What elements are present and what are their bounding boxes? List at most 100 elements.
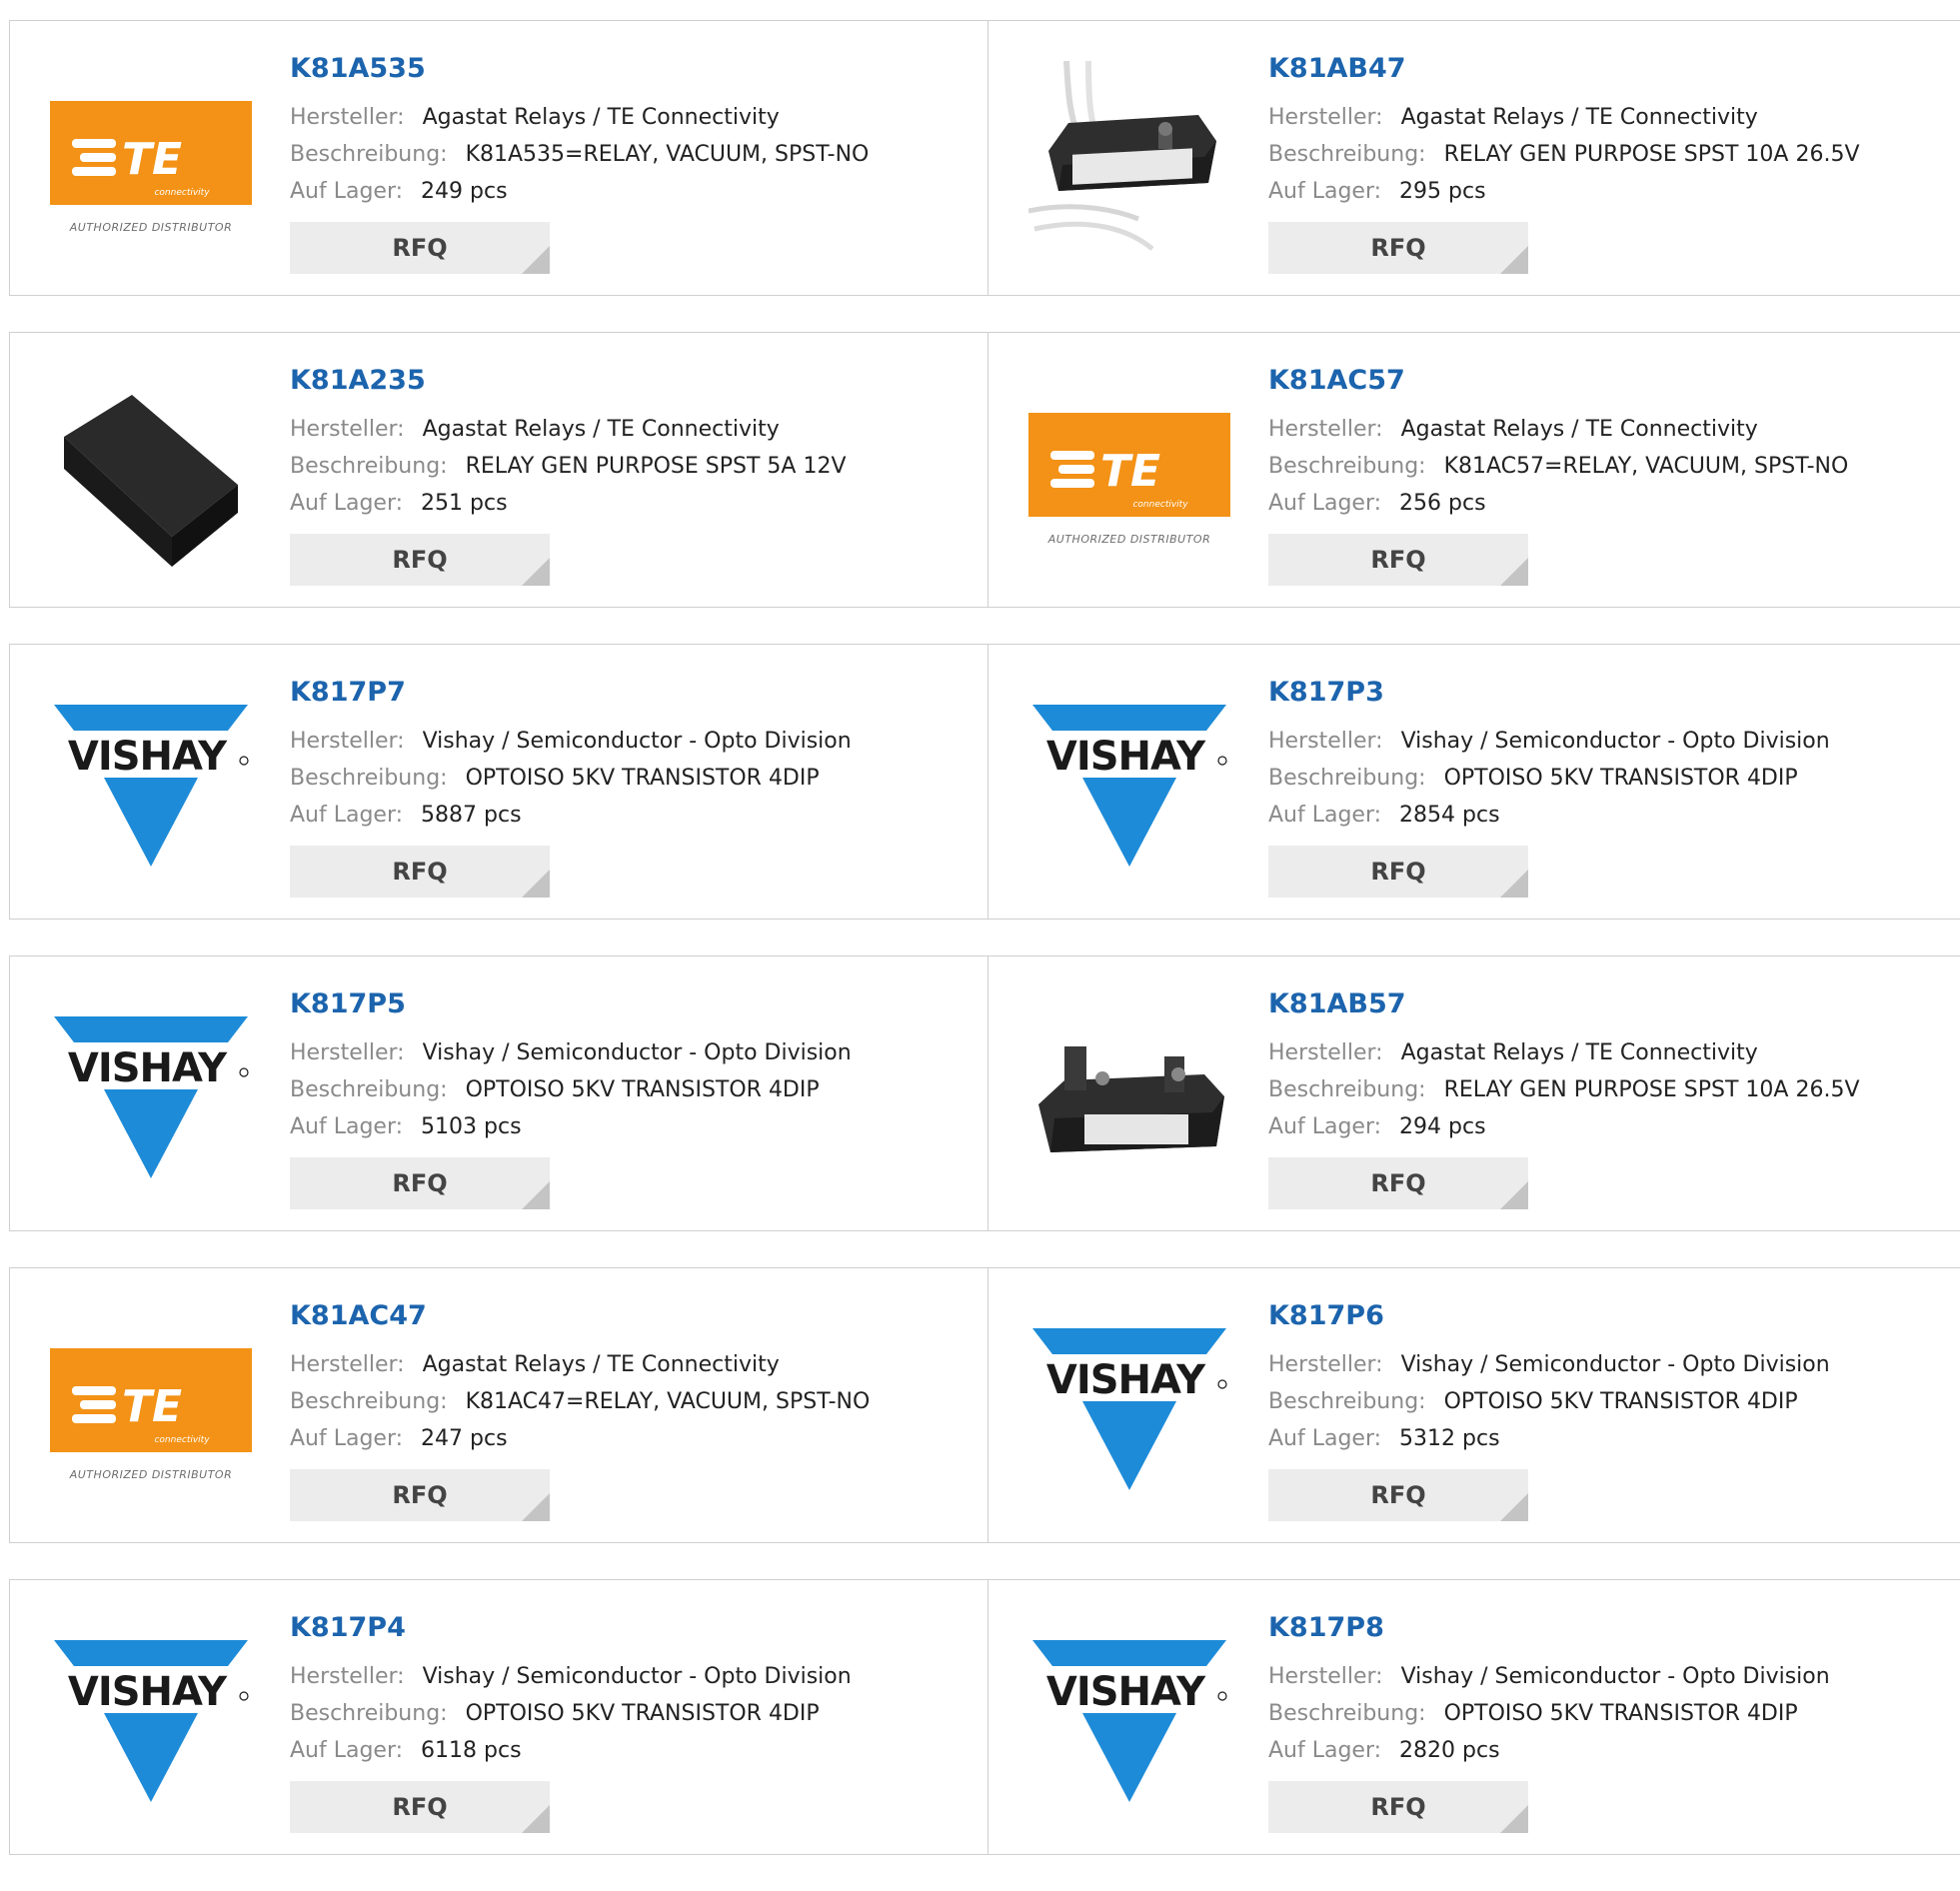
- stock-label: Auf Lager:: [290, 1426, 404, 1451]
- description-value: K81AC57=RELAY, VACUUM, SPST-NO: [1443, 454, 1849, 479]
- svg-text:TE: TE: [122, 134, 182, 185]
- rfq-button[interactable]: RFQ: [1268, 1469, 1528, 1521]
- description-value: OPTOISO 5KV TRANSISTOR 4DIP: [465, 1077, 820, 1102]
- rfq-button[interactable]: RFQ: [1268, 1157, 1528, 1209]
- rfq-button[interactable]: RFQ: [290, 1781, 550, 1833]
- rfq-button[interactable]: RFQ: [1268, 534, 1528, 586]
- manufacturer-value: Vishay / Semiconductor - Opto Division: [422, 1040, 852, 1065]
- manufacturer-value: Agastat Relays / TE Connectivity: [422, 1352, 780, 1377]
- manufacturer-value: Vishay / Semiconductor - Opto Division: [1400, 729, 1830, 754]
- manufacturer-label: Hersteller:: [290, 1040, 405, 1065]
- product-card: VISHAY K817P3 Hersteller: Vishay / Semico…: [987, 645, 1960, 919]
- rfq-button[interactable]: RFQ: [290, 534, 550, 586]
- product-part-link[interactable]: K817P7: [290, 675, 978, 711]
- rfq-button[interactable]: RFQ: [290, 846, 550, 898]
- description-value: RELAY GEN PURPOSE SPST 5A 12V: [465, 454, 847, 479]
- product-image[interactable]: VISHAY: [50, 1620, 252, 1820]
- manufacturer-label: Hersteller:: [1268, 105, 1383, 130]
- rfq-button[interactable]: RFQ: [290, 222, 550, 274]
- manufacturer-value: Vishay / Semiconductor - Opto Division: [422, 729, 852, 754]
- product-image[interactable]: [50, 373, 252, 573]
- description-label: Beschreibung:: [290, 454, 448, 479]
- product-part-link[interactable]: K81AB57: [1268, 986, 1957, 1022]
- product-image[interactable]: VISHAY: [1028, 1308, 1230, 1508]
- description-label: Beschreibung:: [1268, 454, 1426, 479]
- te-logo-icon: TE connectivity AUTHORIZED DISTRIBUTOR: [1028, 413, 1230, 546]
- description-label: Beschreibung:: [290, 1701, 448, 1726]
- description-value: K81AC47=RELAY, VACUUM, SPST-NO: [465, 1389, 871, 1414]
- product-image[interactable]: TE connectivity AUTHORIZED DISTRIBUTOR: [50, 61, 252, 261]
- te-logo-icon: TE connectivity AUTHORIZED DISTRIBUTOR: [50, 101, 252, 234]
- stock-label: Auf Lager:: [290, 179, 404, 204]
- stock-label: Auf Lager:: [1268, 803, 1382, 828]
- vishay-logo-icon: VISHAY: [1032, 1328, 1227, 1490]
- manufacturer-value: Vishay / Semiconductor - Opto Division: [422, 1664, 852, 1689]
- stock-label: Auf Lager:: [1268, 1114, 1382, 1139]
- product-image[interactable]: VISHAY: [50, 685, 252, 885]
- manufacturer-value: Agastat Relays / TE Connectivity: [422, 105, 780, 130]
- rfq-label: RFQ: [1370, 234, 1426, 262]
- product-image[interactable]: [1028, 61, 1230, 261]
- description-value: RELAY GEN PURPOSE SPST 10A 26.5V: [1443, 1077, 1860, 1102]
- product-part-link[interactable]: K817P5: [290, 986, 978, 1022]
- relay-photo-icon: [1028, 61, 1216, 251]
- rfq-button[interactable]: RFQ: [290, 1469, 550, 1521]
- rfq-button[interactable]: RFQ: [290, 1157, 550, 1209]
- stock-label: Auf Lager:: [1268, 1426, 1382, 1451]
- product-card: TE connectivity AUTHORIZED DISTRIBUTOR K…: [987, 333, 1960, 607]
- svg-text:VISHAY: VISHAY: [1046, 1669, 1206, 1715]
- manufacturer-label: Hersteller:: [290, 1352, 405, 1377]
- manufacturer-label: Hersteller:: [290, 1664, 405, 1689]
- rfq-label: RFQ: [392, 858, 448, 886]
- product-row: VISHAY K817P5 Hersteller: Vishay / Semico…: [9, 955, 1960, 1231]
- svg-text:AUTHORIZED DISTRIBUTOR: AUTHORIZED DISTRIBUTOR: [69, 1468, 233, 1481]
- product-part-link[interactable]: K817P6: [1268, 1298, 1957, 1334]
- rfq-label: RFQ: [392, 546, 448, 574]
- svg-text:AUTHORIZED DISTRIBUTOR: AUTHORIZED DISTRIBUTOR: [69, 221, 233, 234]
- description-label: Beschreibung:: [1268, 1389, 1426, 1414]
- description-value: OPTOISO 5KV TRANSISTOR 4DIP: [465, 1701, 820, 1726]
- stock-value: 249 pcs: [421, 179, 508, 204]
- product-image[interactable]: [1028, 996, 1230, 1196]
- rfq-label: RFQ: [392, 1169, 448, 1197]
- product-part-link[interactable]: K81A535: [290, 51, 978, 87]
- rfq-button[interactable]: RFQ: [1268, 846, 1528, 898]
- vishay-logo-icon: VISHAY: [1032, 705, 1227, 867]
- product-part-link[interactable]: K81AC47: [290, 1298, 978, 1334]
- manufacturer-value: Agastat Relays / TE Connectivity: [1400, 1040, 1758, 1065]
- rfq-button[interactable]: RFQ: [1268, 1781, 1528, 1833]
- product-card: VISHAY K817P8 Hersteller: Vishay / Semico…: [987, 1580, 1960, 1854]
- product-part-link[interactable]: K81A235: [290, 363, 978, 399]
- stock-value: 5887 pcs: [421, 803, 522, 828]
- svg-text:VISHAY: VISHAY: [1046, 1357, 1206, 1403]
- rfq-button[interactable]: RFQ: [1268, 222, 1528, 274]
- svg-text:connectivity: connectivity: [154, 1435, 210, 1445]
- product-image[interactable]: TE connectivity AUTHORIZED DISTRIBUTOR: [1028, 373, 1230, 573]
- product-image[interactable]: VISHAY: [1028, 1620, 1230, 1820]
- product-row: VISHAY K817P4 Hersteller: Vishay / Semico…: [9, 1579, 1960, 1855]
- product-image[interactable]: TE connectivity AUTHORIZED DISTRIBUTOR: [50, 1308, 252, 1508]
- product-card: K81A235 Hersteller: Agastat Relays / TE C…: [10, 333, 987, 607]
- description-value: OPTOISO 5KV TRANSISTOR 4DIP: [1443, 1701, 1798, 1726]
- product-card: K81AB47 Hersteller: Agastat Relays / TE C…: [987, 21, 1960, 295]
- svg-text:connectivity: connectivity: [154, 188, 210, 198]
- description-label: Beschreibung:: [1268, 1077, 1426, 1102]
- description-value: OPTOISO 5KV TRANSISTOR 4DIP: [1443, 766, 1798, 791]
- product-part-link[interactable]: K81AC57: [1268, 363, 1957, 399]
- product-image[interactable]: VISHAY: [1028, 685, 1230, 885]
- product-row: TE connectivity AUTHORIZED DISTRIBUTOR K…: [9, 1267, 1960, 1543]
- rfq-label: RFQ: [1370, 1169, 1426, 1197]
- product-part-link[interactable]: K817P4: [290, 1610, 978, 1646]
- product-part-link[interactable]: K817P3: [1268, 675, 1957, 711]
- stock-value: 294 pcs: [1399, 1114, 1486, 1139]
- stock-label: Auf Lager:: [290, 1738, 404, 1763]
- product-part-link[interactable]: K817P8: [1268, 1610, 1957, 1646]
- stock-value: 251 pcs: [421, 491, 508, 516]
- rfq-label: RFQ: [392, 1481, 448, 1509]
- manufacturer-label: Hersteller:: [1268, 729, 1383, 754]
- manufacturer-value: Agastat Relays / TE Connectivity: [1400, 417, 1758, 442]
- product-part-link[interactable]: K81AB47: [1268, 51, 1957, 87]
- manufacturer-label: Hersteller:: [290, 729, 405, 754]
- rfq-label: RFQ: [392, 234, 448, 262]
- product-image[interactable]: VISHAY: [50, 996, 252, 1196]
